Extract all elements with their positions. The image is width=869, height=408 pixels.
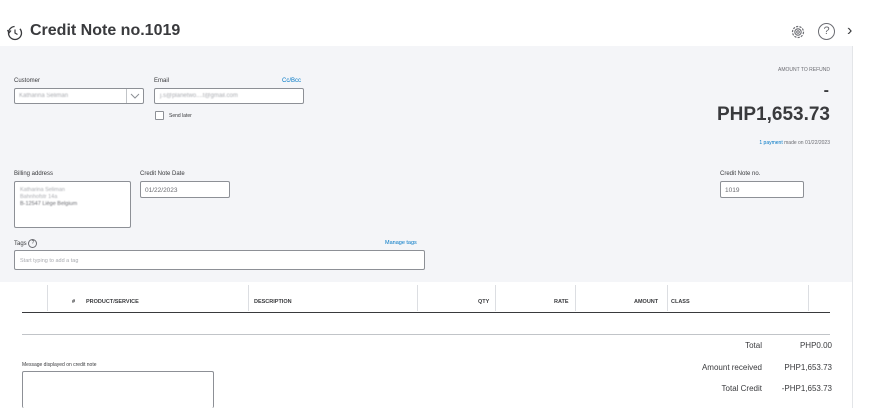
col-separator [417, 285, 418, 311]
col-separator [667, 285, 668, 311]
tags-label: Tags ? [14, 239, 38, 248]
billing-line-1: Katharina Seliman [20, 187, 65, 193]
col-header-description: DESCRIPTION [254, 299, 292, 305]
amount-to-refund-value: PHP1,653.73 [716, 104, 830, 125]
cc-bcc-link[interactable]: Cc/Bcc [282, 78, 301, 84]
col-separator [248, 285, 249, 311]
info-icon[interactable]: ? [28, 239, 38, 248]
email-field[interactable]: j.s@planetwo....t@gmail.com [154, 88, 304, 104]
message-textarea[interactable] [22, 371, 214, 408]
customer-select[interactable]: Katharina Seliman [14, 88, 144, 104]
total-label: Total [745, 341, 762, 350]
col-header-number: # [72, 299, 76, 305]
customer-dropdown-button[interactable] [126, 89, 143, 103]
billing-line-2: Bahnhofstr 14a [20, 194, 58, 200]
billing-address-field[interactable]: Katharina Seliman Bahnhofstr 14a B-12547… [14, 181, 131, 228]
message-label: Message displayed on credit note [22, 362, 97, 368]
col-separator [575, 285, 576, 311]
chevron-right-icon[interactable]: › [847, 22, 852, 40]
col-separator [495, 285, 496, 311]
col-header-product-service: PRODUCT/SERVICE [86, 299, 139, 305]
total-credit-value: -PHP1,653.73 [781, 384, 832, 393]
tags-label-text: Tags [14, 241, 27, 248]
credit-note-date-field[interactable]: 01/22/2023 [140, 181, 230, 198]
side-scroll-gutter[interactable] [852, 46, 869, 408]
credit-note-date-label: Credit Note Date [140, 171, 185, 177]
send-later-checkbox[interactable] [155, 111, 164, 120]
send-later-label: Send later [169, 113, 192, 119]
tags-input[interactable]: Start typing to add a tag [14, 250, 425, 270]
col-header-amount: AMOUNT [634, 299, 659, 305]
col-header-rate: RATE [554, 299, 569, 305]
email-value: j.s@planetwo....t@gmail.com [160, 93, 238, 99]
credit-note-no-label: Credit Note no. [720, 171, 761, 177]
history-icon[interactable] [6, 24, 24, 42]
main-form-panel [0, 46, 852, 282]
table-header-underline [22, 312, 830, 313]
credit-note-date-value: 01/22/2023 [145, 187, 178, 194]
top-band [0, 0, 869, 20]
refund-dash: - [823, 82, 829, 99]
amount-received-value: PHP1,653.73 [784, 363, 832, 372]
credit-note-no-value: 1019 [725, 187, 740, 194]
manage-tags-link[interactable]: Manage tags [385, 240, 417, 246]
total-credit-label: Total Credit [721, 384, 762, 393]
email-label: Email [154, 78, 170, 84]
billing-line-3: B-12547 Liège Belgium [20, 201, 78, 207]
col-header-class: CLASS [671, 299, 690, 305]
payment-note: 1 payment made on 01/22/2023 [759, 140, 830, 146]
chevron-down-icon [130, 93, 140, 99]
payment-link[interactable]: 1 payment [759, 140, 782, 146]
col-separator [808, 285, 809, 311]
amount-to-refund-label: AMOUNT TO REFUND [778, 67, 830, 73]
help-icon[interactable]: ? [818, 23, 835, 40]
gear-icon[interactable] [790, 24, 806, 40]
col-header-qty: QTY [478, 299, 490, 305]
amount-received-label: Amount received [701, 363, 762, 372]
tags-placeholder: Start typing to add a tag [20, 258, 79, 264]
col-separator [47, 285, 48, 311]
customer-value: Katharina Seliman [19, 93, 69, 99]
table-bottom-divider [22, 334, 830, 335]
customer-label: Customer [14, 78, 41, 84]
credit-note-no-field[interactable]: 1019 [720, 181, 804, 198]
page-title: Credit Note no.1019 [30, 22, 181, 39]
total-value: PHP0.00 [799, 341, 832, 350]
payment-note-text: made on 01/22/2023 [784, 140, 830, 146]
billing-address-label: Billing address [14, 171, 54, 177]
